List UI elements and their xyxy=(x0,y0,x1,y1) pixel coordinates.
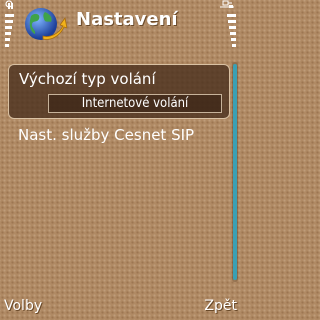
list-item-default-call-type[interactable]: Výchozí typ volání Internetové volání xyxy=(8,64,230,119)
scrollbar-thumb[interactable] xyxy=(233,64,237,280)
left-softkey-options[interactable]: Volby xyxy=(4,298,42,314)
globe-arrow-icon xyxy=(25,8,67,40)
right-softkey-back[interactable]: Zpět xyxy=(204,298,237,314)
connection-icon xyxy=(220,0,234,8)
scrollbar[interactable] xyxy=(232,62,238,282)
battery-icon xyxy=(227,14,236,47)
page-title: Nastavení xyxy=(76,9,178,30)
list-item-label: Nast. služby Cesnet SIP xyxy=(18,126,195,144)
list-item-value[interactable]: Internetové volání xyxy=(48,94,222,113)
list-item-cesnet-sip-settings[interactable]: Nast. služby Cesnet SIP xyxy=(8,124,230,148)
signal-strength-icon xyxy=(5,0,14,47)
status-header: Nastavení xyxy=(0,0,240,47)
status-icons xyxy=(220,0,236,47)
list-item-label: Výchozí typ volání xyxy=(19,70,156,88)
